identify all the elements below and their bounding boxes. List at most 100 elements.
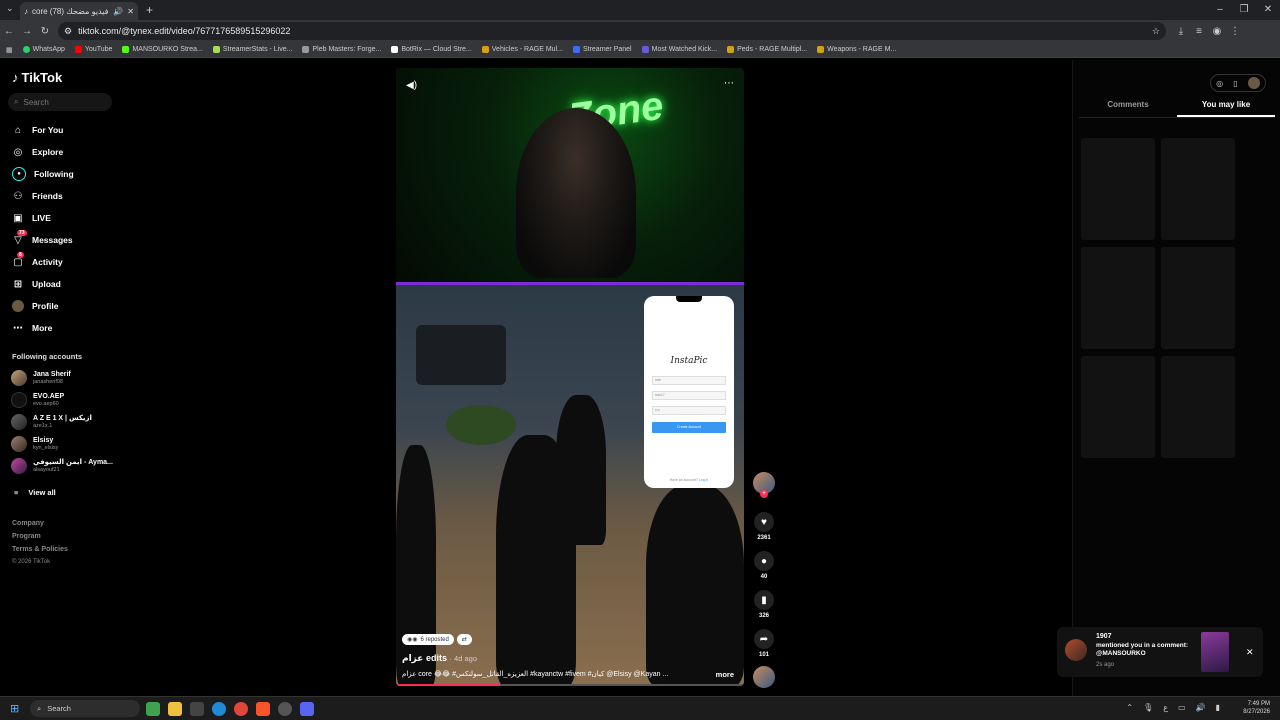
- bookmark-most-watched[interactable]: Most Watched Kick...: [641, 46, 717, 53]
- account-item[interactable]: EVO.AEP evo.aep60: [11, 392, 64, 408]
- bookmark-pleb-masters[interactable]: Pleb Masters: Forge...: [302, 46, 381, 53]
- share-button[interactable]: ➦ 101: [750, 629, 778, 658]
- recommended-thumbnail[interactable]: [1161, 138, 1235, 240]
- volume-icon[interactable]: ◀): [406, 80, 417, 91]
- battery-icon[interactable]: ▮: [1216, 703, 1220, 712]
- new-tab-button[interactable]: +: [146, 3, 153, 17]
- footer-terms[interactable]: Terms & Policies: [12, 546, 68, 553]
- bookmark-streamerstats[interactable]: StreamerStats - Live...: [212, 46, 292, 53]
- repost-badge[interactable]: ◉◉ 6 reposted: [402, 634, 454, 645]
- nav-upload[interactable]: ⊞ Upload: [12, 277, 61, 291]
- account-item[interactable]: ايمن السيوفي - Ayma... alsayouf21: [11, 458, 113, 474]
- profile-small-icon[interactable]: [1247, 77, 1260, 89]
- recommended-thumbnail[interactable]: [1081, 356, 1155, 458]
- account-item[interactable]: Jana Sherif janasherif08: [11, 370, 71, 386]
- bookmark-star-icon[interactable]: ☆: [1152, 26, 1160, 37]
- video-progress[interactable]: [396, 684, 744, 686]
- back-icon[interactable]: ←: [0, 26, 18, 37]
- edge-icon[interactable]: [212, 702, 226, 716]
- media-icon[interactable]: ≡: [1190, 26, 1208, 37]
- close-icon[interactable]: ✕: [1246, 647, 1254, 658]
- recommended-thumbnail[interactable]: [1161, 356, 1235, 458]
- creator-avatar-button[interactable]: +: [750, 472, 778, 498]
- tab-audio-icon[interactable]: 🔊: [113, 7, 123, 16]
- bookmark-botrix[interactable]: BotRix — Cloud Stre...: [391, 46, 472, 53]
- windows-start-icon[interactable]: ⊞: [10, 702, 19, 715]
- taskbar-search[interactable]: ⌕ Search: [30, 700, 140, 717]
- download-icon[interactable]: ⤓: [1172, 26, 1190, 37]
- taskbar-clock[interactable]: 7:49 PM 8/27/2026: [1243, 700, 1270, 716]
- bookmark-streamer-panel[interactable]: Streamer Panel: [572, 46, 632, 53]
- video-player[interactable]: Zone InstaPic nah nan17 •••• Create Acco…: [396, 68, 744, 686]
- tab-close-icon[interactable]: ✕: [127, 7, 134, 16]
- heart-icon: ♥: [754, 512, 774, 532]
- nav-profile[interactable]: Profile: [12, 299, 58, 313]
- chevron-up-icon[interactable]: ⌃: [1126, 703, 1133, 712]
- network-icon[interactable]: ▭: [1178, 703, 1186, 712]
- tab-list-icon[interactable]: ⌄: [6, 3, 14, 14]
- nav-explore[interactable]: ◎ Explore: [12, 145, 64, 159]
- bookmark-peds[interactable]: Peds - RAGE Multipl...: [727, 46, 807, 53]
- tab-title: core عزام فيديو مضحك (78): [32, 6, 109, 16]
- repost-button[interactable]: ⇄: [456, 634, 472, 645]
- compass-small-icon[interactable]: ◎: [1216, 79, 1223, 88]
- apps-icon[interactable]: ▦: [6, 46, 13, 54]
- browser-tab[interactable]: ♪ core عزام فيديو مضحك (78) 🔊 ✕: [20, 2, 138, 20]
- view-all-button[interactable]: ≡ View all: [14, 488, 56, 497]
- bookmark-kick[interactable]: MANSOURKO Strea...: [122, 46, 203, 53]
- account-item[interactable]: Elsisy kyn_elsisy: [11, 436, 58, 452]
- speaker-icon[interactable]: 🔊: [1196, 703, 1206, 712]
- comment-button[interactable]: ● 40: [750, 551, 778, 580]
- forward-icon[interactable]: →: [18, 26, 36, 37]
- nav-more[interactable]: ⋯ More: [12, 321, 52, 335]
- site-info-icon[interactable]: ⚙: [64, 26, 72, 37]
- file-explorer-icon[interactable]: [168, 702, 182, 716]
- nav-live[interactable]: ▣ LIVE: [12, 211, 51, 225]
- footer-company[interactable]: Company: [12, 520, 44, 527]
- caption-more-link[interactable]: more: [716, 670, 734, 679]
- language-icon[interactable]: ع: [1163, 703, 1168, 712]
- app-icon[interactable]: [278, 702, 292, 716]
- video-options-icon[interactable]: ⋯: [724, 78, 734, 89]
- player-figure: [556, 395, 606, 545]
- nav-messages[interactable]: ▽ 73 Messages: [12, 229, 73, 247]
- tab-comments[interactable]: Comments: [1079, 100, 1177, 117]
- reload-icon[interactable]: ↻: [36, 26, 54, 37]
- discord-icon[interactable]: [300, 702, 314, 716]
- nav-following[interactable]: ● Following: [12, 167, 74, 181]
- restore-icon[interactable]: ❐: [1232, 0, 1256, 20]
- recommended-thumbnail[interactable]: [1161, 247, 1235, 349]
- account-item[interactable]: A Z E 1 X | ازيكس aze1x.1: [11, 414, 92, 430]
- nav-friends[interactable]: ⚇ Friends: [12, 189, 63, 203]
- mention-notification[interactable]: 1907 mentioned you in a comment: @MANSOU…: [1057, 627, 1263, 677]
- recommended-thumbnail[interactable]: [1081, 247, 1155, 349]
- nav-activity[interactable]: ▢ 8 Activity: [12, 251, 63, 269]
- chrome-icon[interactable]: [234, 702, 248, 716]
- app-icon[interactable]: [146, 702, 160, 716]
- phone-icon[interactable]: ▯: [1233, 79, 1237, 88]
- tab-you-may-like[interactable]: You may like: [1177, 100, 1275, 117]
- tiktok-logo[interactable]: ♪ TikTok: [12, 70, 62, 85]
- video-author[interactable]: عزام edits · 4d ago: [402, 653, 477, 664]
- follow-plus-icon[interactable]: +: [760, 490, 768, 498]
- footer-program[interactable]: Program: [12, 533, 41, 540]
- repost-row: ◉◉ 6 reposted ⇄: [402, 634, 472, 645]
- bookmark-whatsapp[interactable]: WhatsApp: [22, 46, 65, 53]
- menu-icon[interactable]: ⋮: [1226, 26, 1244, 37]
- sound-avatar-button[interactable]: [750, 666, 778, 688]
- like-button[interactable]: ♥ 2361: [750, 512, 778, 541]
- url-field[interactable]: ⚙ tiktok.com/@tynex.edit/video/767717658…: [58, 22, 1166, 40]
- app-icon[interactable]: [190, 702, 204, 716]
- mic-icon[interactable]: 🎙: [1143, 703, 1153, 712]
- account-icon[interactable]: ◉: [1208, 26, 1226, 37]
- close-window-icon[interactable]: ✕: [1256, 0, 1280, 20]
- minimize-icon[interactable]: –: [1208, 0, 1232, 20]
- recommended-thumbnail[interactable]: [1081, 138, 1155, 240]
- bookmark-weapons[interactable]: Weapons - RAGE M...: [817, 46, 896, 53]
- nav-for-you[interactable]: ⌂ For You: [12, 123, 63, 137]
- save-button[interactable]: ▮ 326: [750, 590, 778, 619]
- brave-icon[interactable]: [256, 702, 270, 716]
- bookmark-vehicles[interactable]: Vehicles - RAGE Mul...: [481, 46, 563, 53]
- search-input[interactable]: ⌕ Search: [8, 93, 112, 111]
- bookmark-youtube[interactable]: YouTube: [74, 46, 112, 53]
